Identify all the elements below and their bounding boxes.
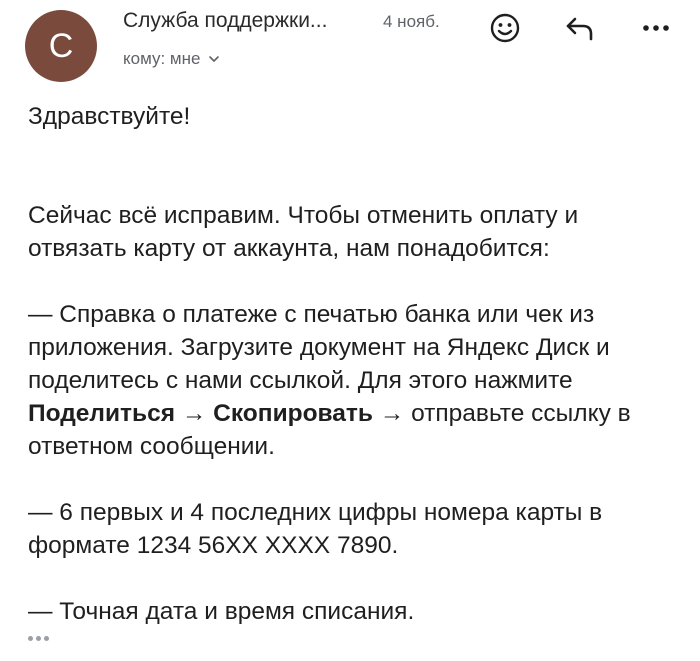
more-options-button[interactable] — [636, 8, 676, 48]
message-date: 4 нояб. — [383, 12, 440, 31]
sender-name[interactable]: Служба поддержки... — [123, 9, 327, 33]
message-header: C Служба поддержки... 4 нояб. кому: мне — [0, 0, 700, 100]
reply-button[interactable] — [560, 8, 600, 48]
arrow-separator: → — [175, 400, 214, 427]
more-icon — [643, 25, 669, 31]
emoji-icon — [490, 13, 520, 43]
item-receipt-text: — Справка о платеже с печатью банка или … — [28, 301, 610, 394]
emoji-reaction-button[interactable] — [485, 8, 525, 48]
intro-paragraph: Сейчас всё исправим. Чтобы отменить опла… — [28, 202, 579, 262]
recipient-toggle[interactable]: кому: мне — [123, 49, 220, 69]
share-label: Поделиться — [28, 400, 176, 427]
show-trimmed-content-button[interactable] — [28, 628, 62, 648]
greeting: Здравствуйте! — [28, 103, 191, 130]
chevron-down-icon — [209, 56, 220, 62]
copy-label: Скопировать — [213, 400, 373, 427]
recipient-label: кому: мне — [123, 49, 201, 68]
message-body: Здравствуйте! Сейчас всё исправим. Чтобы… — [28, 100, 678, 628]
avatar-letter: C — [48, 26, 74, 65]
trim-dot — [28, 635, 33, 641]
item-receipt: — Справка о платеже с печатью банка или … — [28, 298, 678, 463]
trim-dot — [44, 635, 49, 641]
trim-dot — [36, 635, 41, 641]
item-card-digits: — 6 первых и 4 последних цифры номера ка… — [28, 499, 603, 559]
item-charge-time: — Точная дата и время списания. — [28, 598, 415, 625]
reply-icon — [566, 17, 593, 41]
sender-avatar[interactable]: C — [25, 10, 97, 82]
